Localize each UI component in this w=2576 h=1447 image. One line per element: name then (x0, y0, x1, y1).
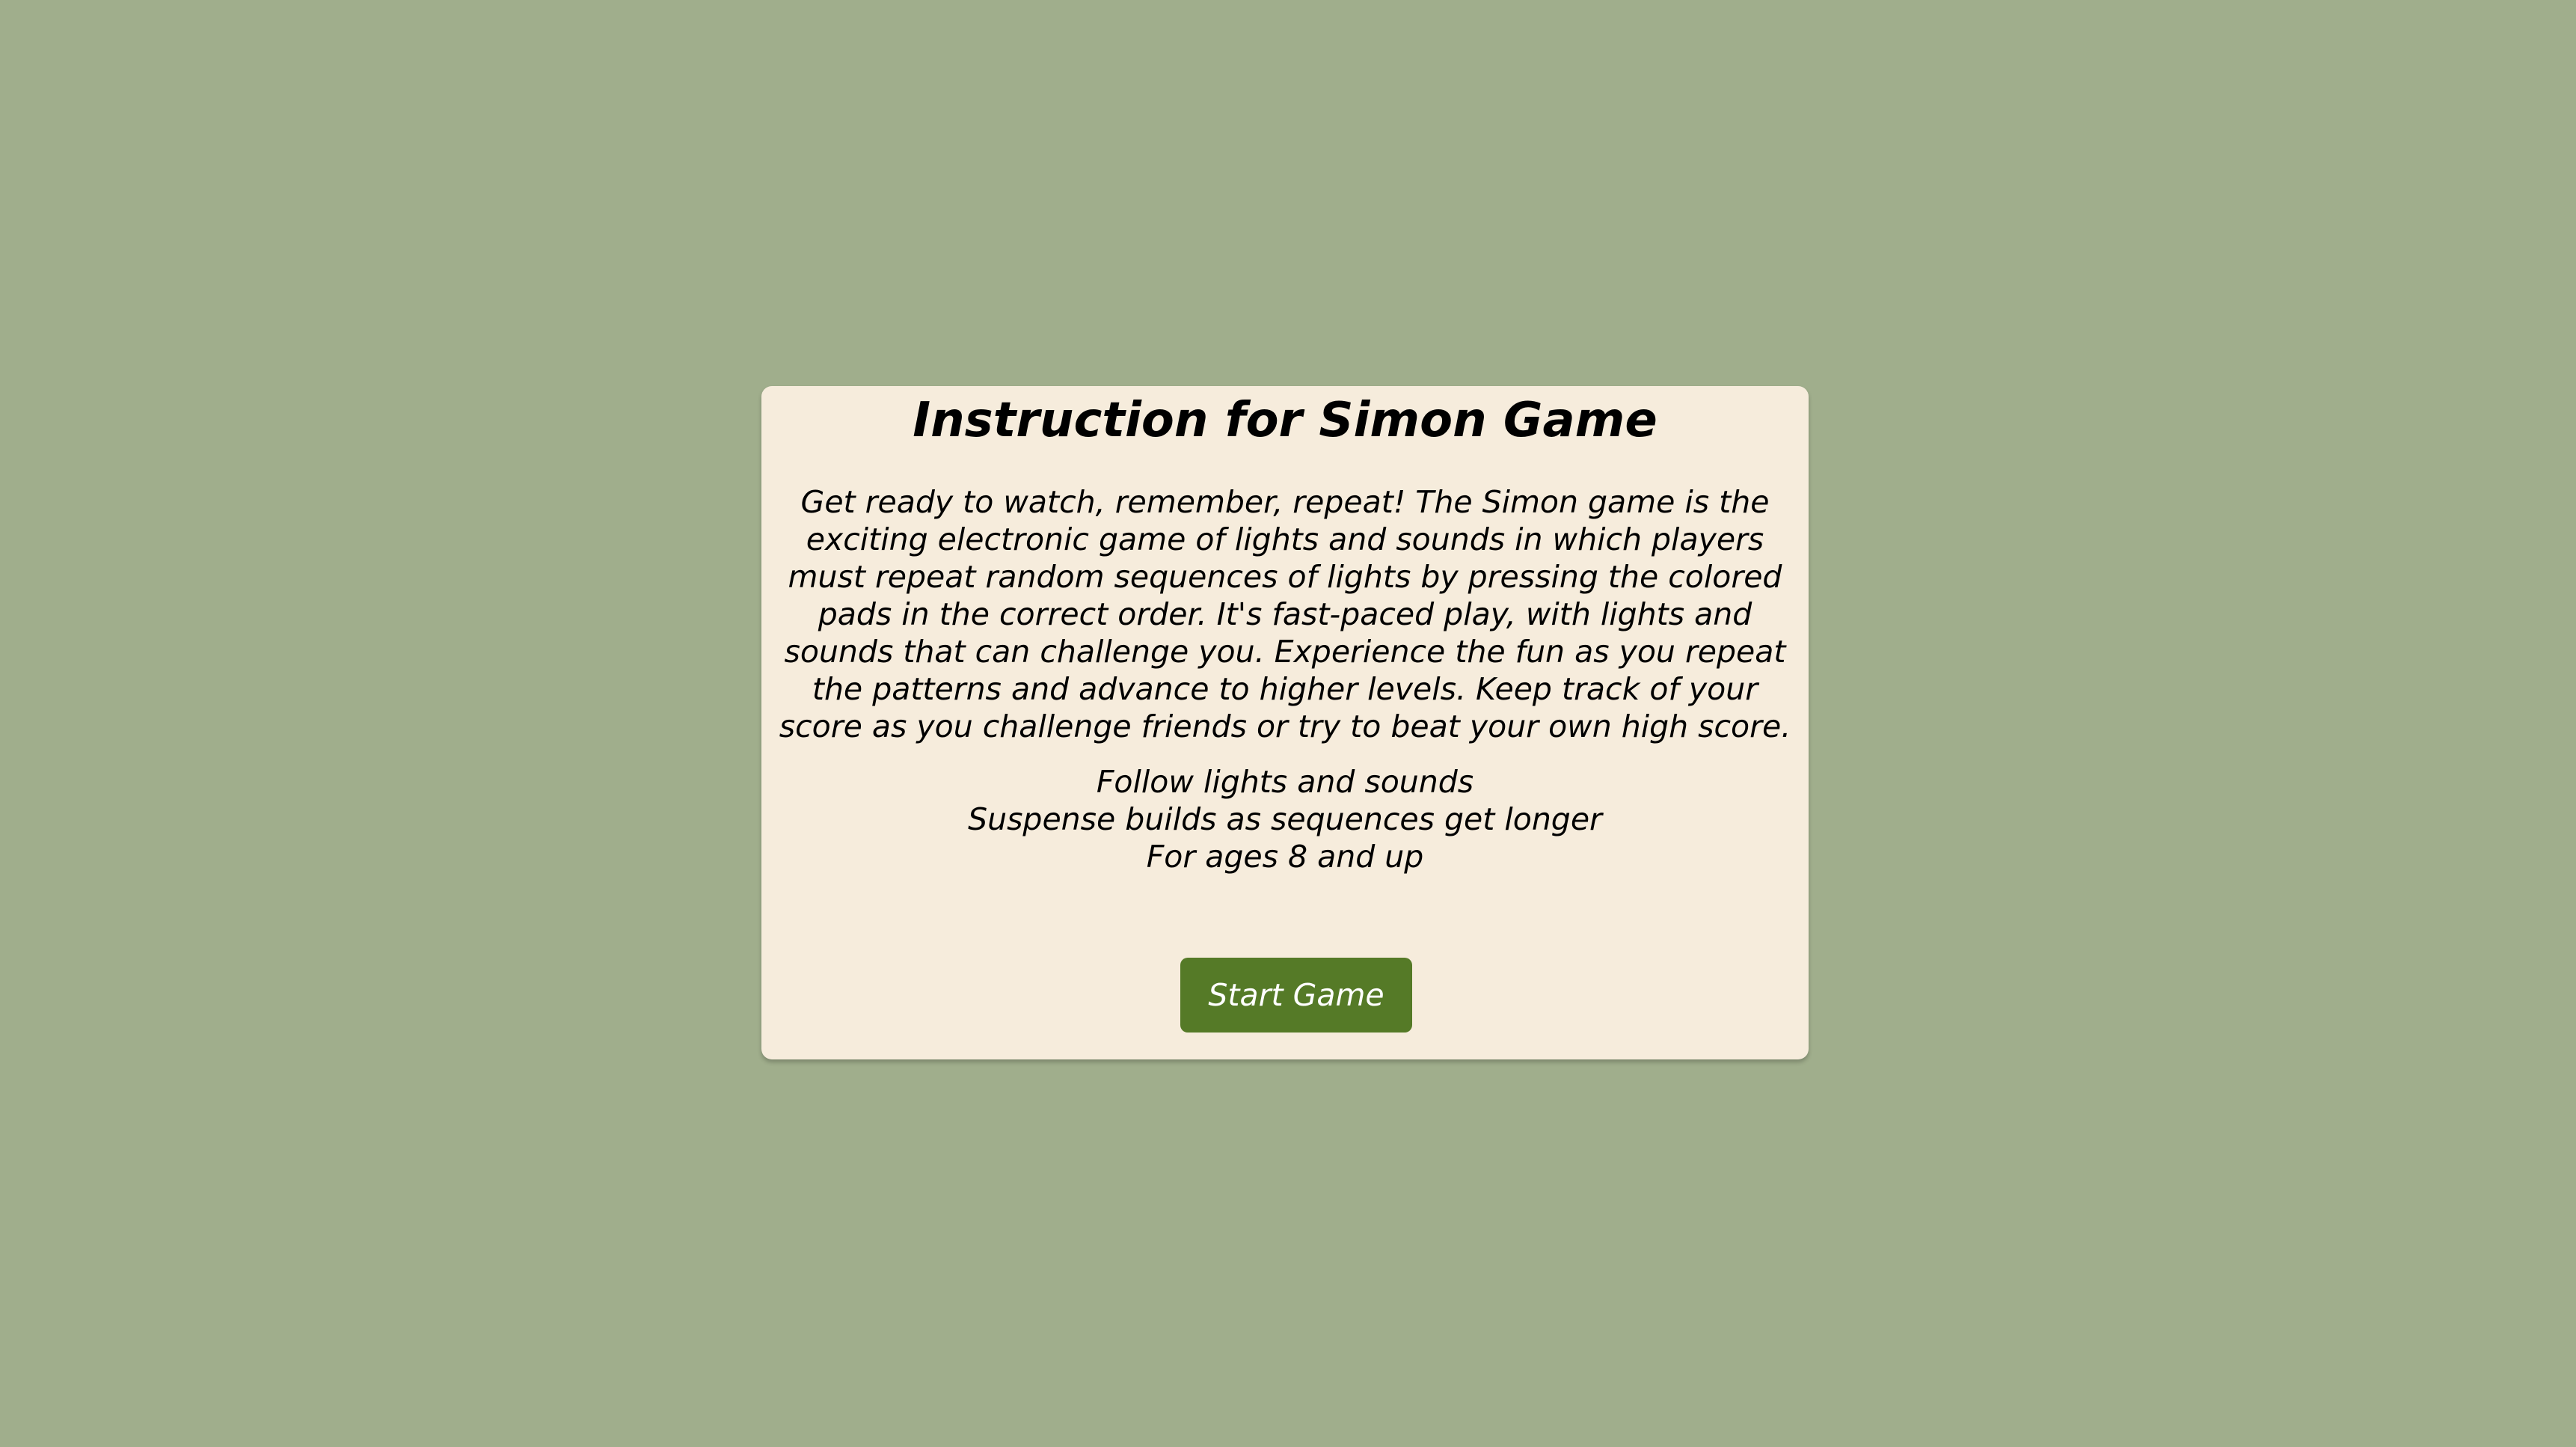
feature-item: Follow lights and sounds (1096, 763, 1474, 800)
instructions-card: Instruction for Simon Game Get ready to … (761, 386, 1809, 1059)
instructions-title: Instruction for Simon Game (913, 393, 1657, 448)
start-game-button[interactable]: Start Game (1180, 958, 1412, 1033)
feature-item: Suspense builds as sequences get longer (968, 801, 1602, 837)
instructions-description: Get ready to watch, remember, repeat! Th… (779, 483, 1791, 744)
feature-item: For ages 8 and up (1146, 838, 1424, 875)
feature-list: Follow lights and sounds Suspense builds… (772, 763, 1798, 875)
